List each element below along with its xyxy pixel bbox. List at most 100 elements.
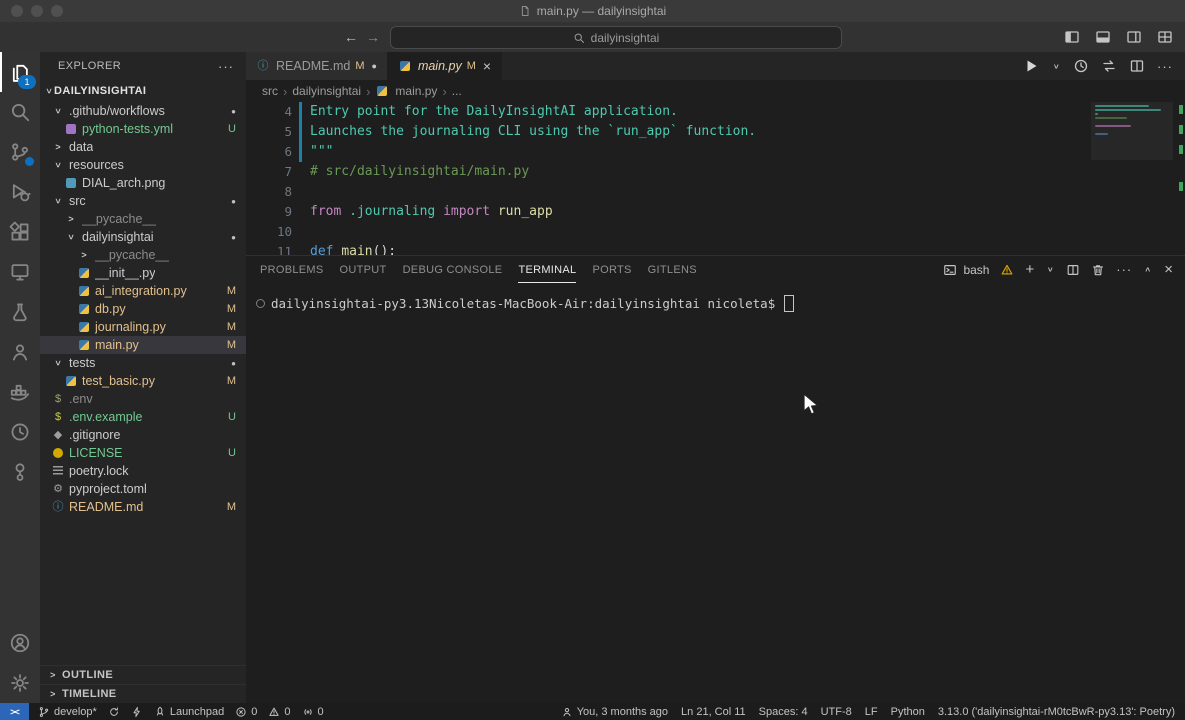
toggle-secondary-sidebar-button[interactable] — [1126, 29, 1142, 45]
activity-source-control[interactable] — [0, 132, 40, 172]
activity-gitlens[interactable] — [0, 452, 40, 492]
code-line-10[interactable]: 10 — [246, 222, 1185, 242]
activity-accounts[interactable] — [0, 623, 40, 663]
tree-item-db-py[interactable]: db.py M — [40, 300, 246, 318]
toggle-panel-button[interactable] — [1095, 29, 1111, 45]
activity-run-and-debug[interactable] — [0, 172, 40, 212]
tree-item-env[interactable]: $ .env — [40, 390, 246, 408]
tree-item-poetry-lock[interactable]: poetry.lock — [40, 462, 246, 480]
status-errors[interactable]: 0 — [235, 706, 257, 718]
breadcrumb-item-main-py[interactable]: main.py — [375, 84, 437, 98]
status-branch[interactable]: develop* — [38, 706, 97, 718]
code-line-11[interactable]: 11 def main(): — [246, 242, 1185, 255]
activity-testing[interactable] — [0, 292, 40, 332]
terminal-dropdown-chevron[interactable]: > — [1046, 265, 1055, 275]
code-line-5[interactable]: 5 Launches the journaling CLI using the `… — [246, 122, 1185, 142]
tree-item-test-basic-py[interactable]: test_basic.py M — [40, 372, 246, 390]
tree-item-python-tests-yml[interactable]: python-tests.yml U — [40, 120, 246, 138]
status-sync[interactable] — [108, 706, 120, 718]
folder-chevron-icon[interactable]: > — [50, 196, 66, 206]
status-blame[interactable]: You, 3 months ago — [561, 706, 668, 718]
code-line-6[interactable]: 6 """ — [246, 142, 1185, 162]
tree-item-pyproject-toml[interactable]: ⚙ pyproject.toml — [40, 480, 246, 498]
panel-tab-ports[interactable]: PORTS — [592, 256, 631, 283]
remote-indicator[interactable]: >< — [0, 703, 29, 720]
activity-history[interactable] — [0, 412, 40, 452]
tree-item-gitignore[interactable]: ◆ .gitignore — [40, 426, 246, 444]
panel-tab-terminal[interactable]: TERMINAL — [518, 256, 576, 283]
activity-search[interactable] — [0, 92, 40, 132]
close-icon[interactable]: × — [483, 58, 491, 74]
dirty-indicator[interactable]: ● — [372, 61, 377, 71]
panel-tab-problems[interactable]: PROBLEMS — [260, 256, 324, 283]
go-back-button[interactable]: ← — [344, 29, 358, 45]
maximize-panel-button[interactable]: > — [1144, 265, 1153, 275]
folder-chevron-icon[interactable]: > — [76, 250, 92, 260]
status-indentation[interactable]: Spaces: 4 — [759, 706, 808, 718]
panel-tab-output[interactable]: OUTPUT — [340, 256, 387, 283]
sidebar-section-outline[interactable]: > OUTLINE — [40, 665, 246, 684]
folder-chevron-icon[interactable]: > — [50, 160, 66, 170]
panel-tab-gitlens[interactable]: GITLENS — [648, 256, 697, 283]
folder-chevron-icon[interactable]: > — [63, 232, 79, 242]
split-editor-button[interactable] — [1129, 58, 1145, 74]
breadcrumb-item-src[interactable]: src — [262, 84, 278, 98]
split-terminal-button[interactable] — [1066, 263, 1080, 277]
tree-item-dailyinsightai[interactable]: > dailyinsightai ● — [40, 228, 246, 246]
code-line-9[interactable]: 9 from .journaling import run_app — [246, 202, 1185, 222]
tab-main-py[interactable]: main.py M × — [387, 52, 503, 80]
status-warnings[interactable]: 0 — [268, 706, 291, 718]
new-terminal-button[interactable]: + — [1025, 261, 1034, 278]
code-line-8[interactable]: 8 — [246, 182, 1185, 202]
go-forward-button[interactable]: → — [366, 29, 380, 45]
explorer-more-actions-button[interactable]: ··· — [218, 59, 234, 74]
tree-item-resources[interactable]: > resources — [40, 156, 246, 174]
tree-item-env-example[interactable]: $ .env.example U — [40, 408, 246, 426]
folder-chevron-icon[interactable]: > — [63, 214, 79, 224]
code-line-7[interactable]: 7 # src/dailyinsightai/main.py — [246, 162, 1185, 182]
tree-item-journaling-py[interactable]: journaling.py M — [40, 318, 246, 336]
tree-item-init-py[interactable]: __init__.py — [40, 264, 246, 282]
kill-terminal-button[interactable] — [1091, 263, 1105, 277]
tab-readme-md[interactable]: ⓘ README.md M ● — [246, 52, 388, 80]
toggle-sidebar-button[interactable] — [1064, 29, 1080, 45]
activity-extensions[interactable] — [0, 212, 40, 252]
open-changes-button[interactable] — [1101, 58, 1117, 74]
folder-chevron-icon[interactable]: > — [50, 358, 66, 368]
close-window-button[interactable] — [11, 5, 23, 17]
close-panel-button[interactable]: × — [1164, 261, 1173, 278]
status-eol[interactable]: LF — [865, 706, 878, 718]
timeline-icon[interactable] — [1073, 58, 1089, 74]
workspace-root-folder[interactable]: > DAILYINSIGHTAI — [40, 80, 246, 102]
folder-chevron-icon[interactable]: > — [50, 106, 66, 116]
status-cursor-position[interactable]: Ln 21, Col 11 — [681, 706, 746, 718]
run-dropdown-chevron[interactable]: > — [1052, 61, 1061, 71]
activity-explorer[interactable]: 1 — [0, 52, 40, 92]
status-ports[interactable]: 0 — [302, 706, 324, 718]
code-line-4[interactable]: 4 Entry point for the DailyInsightAI appl… — [246, 102, 1185, 122]
code-editor[interactable]: 4 Entry point for the DailyInsightAI appl… — [246, 102, 1185, 255]
panel-more-actions-button[interactable]: ··· — [1116, 262, 1132, 277]
shell-selector[interactable]: bash — [963, 263, 989, 277]
tree-item-tests[interactable]: > tests ● — [40, 354, 246, 372]
minimap[interactable] — [1091, 102, 1173, 160]
panel-tab-debug-console[interactable]: DEBUG CONSOLE — [403, 256, 503, 283]
editor-more-actions-button[interactable]: ··· — [1157, 59, 1173, 74]
zoom-window-button[interactable] — [51, 5, 63, 17]
breadcrumb-item--[interactable]: ... — [452, 84, 462, 98]
minimize-window-button[interactable] — [31, 5, 43, 17]
activity-docker[interactable] — [0, 372, 40, 412]
terminal-content[interactable]: dailyinsightai-py3.13Nicoletas-MacBook-A… — [246, 283, 1185, 312]
status-launchpad[interactable]: Launchpad — [154, 706, 224, 718]
tree-item-data[interactable]: > data — [40, 138, 246, 156]
command-center-search[interactable]: dailyinsightai — [390, 26, 842, 49]
customize-layout-button[interactable] — [1157, 29, 1173, 45]
shell-warning-icon[interactable] — [1000, 263, 1014, 277]
status-language[interactable]: Python — [891, 706, 925, 718]
run-python-file-button[interactable] — [1023, 58, 1039, 74]
tree-item-github-workflows[interactable]: > .github/workflows ● — [40, 102, 246, 120]
tree-item-pycache[interactable]: > __pycache__ — [40, 246, 246, 264]
activity-live-share[interactable] — [0, 332, 40, 372]
tree-item-main-py[interactable]: main.py M — [40, 336, 246, 354]
sidebar-section-timeline[interactable]: > TIMELINE — [40, 684, 246, 703]
